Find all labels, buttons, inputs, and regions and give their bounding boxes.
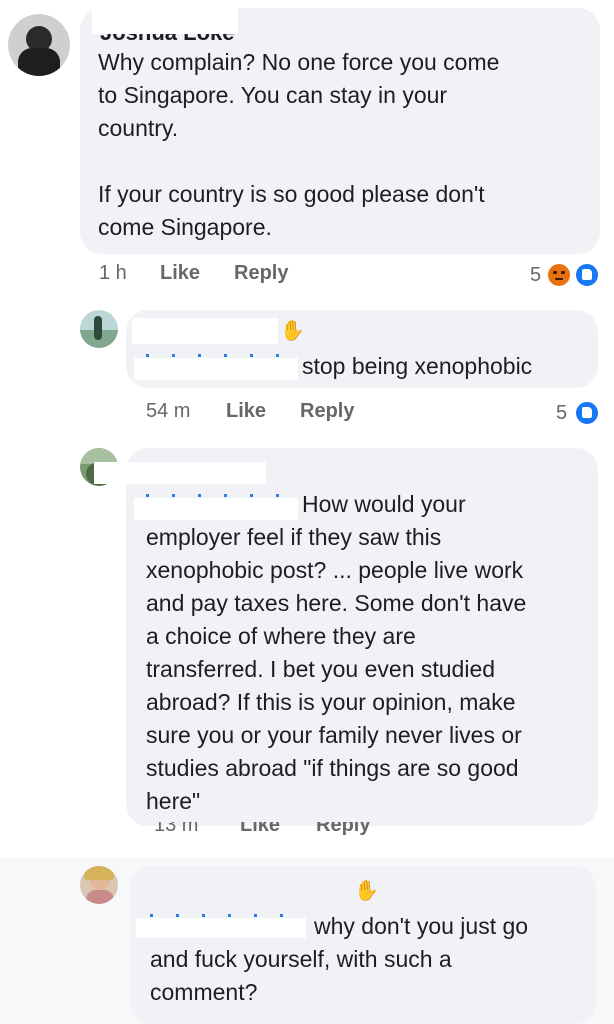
comment-timestamp: 54 m [146,400,191,422]
comment-text: Why complain? No one force you come to S… [98,49,500,240]
angry-icon [546,262,572,288]
reaction-count[interactable]: 5 [530,264,541,287]
comment-author [146,882,352,900]
like-button[interactable]: Like [226,400,266,423]
reply-button[interactable]: Reply [316,822,370,837]
redaction [134,358,298,380]
like-button[interactable]: Like [160,262,200,285]
redaction [92,8,238,34]
like-icon [574,400,600,426]
avatar[interactable] [80,310,118,348]
avatar[interactable] [8,14,70,76]
comment-actions: 1 h Like Reply [0,262,614,292]
comment-timestamp: 13 m [154,822,199,836]
like-button[interactable]: Like [240,822,280,837]
reaction-count[interactable]: 5 [556,402,567,425]
mention-link[interactable] [146,354,296,357]
wave-icon: ✋ [280,320,305,342]
comment-text: stop being xenophobic [302,353,533,379]
reply-button[interactable]: Reply [300,400,354,423]
comment-text: How would your employer feel if they saw… [146,491,527,814]
comment-actions: 54 m Like Reply [0,400,614,430]
comment-timestamp: 1 h [99,262,127,284]
comment-text: why don't you just go and fuck yourself,… [150,913,529,1005]
comment-actions: 13 m Like Reply [0,822,614,842]
wave-icon: ✋ [354,880,379,902]
like-icon [574,262,600,288]
redaction [132,318,278,344]
redaction [94,462,266,484]
avatar[interactable] [80,866,118,904]
reply-button[interactable]: Reply [234,262,288,285]
